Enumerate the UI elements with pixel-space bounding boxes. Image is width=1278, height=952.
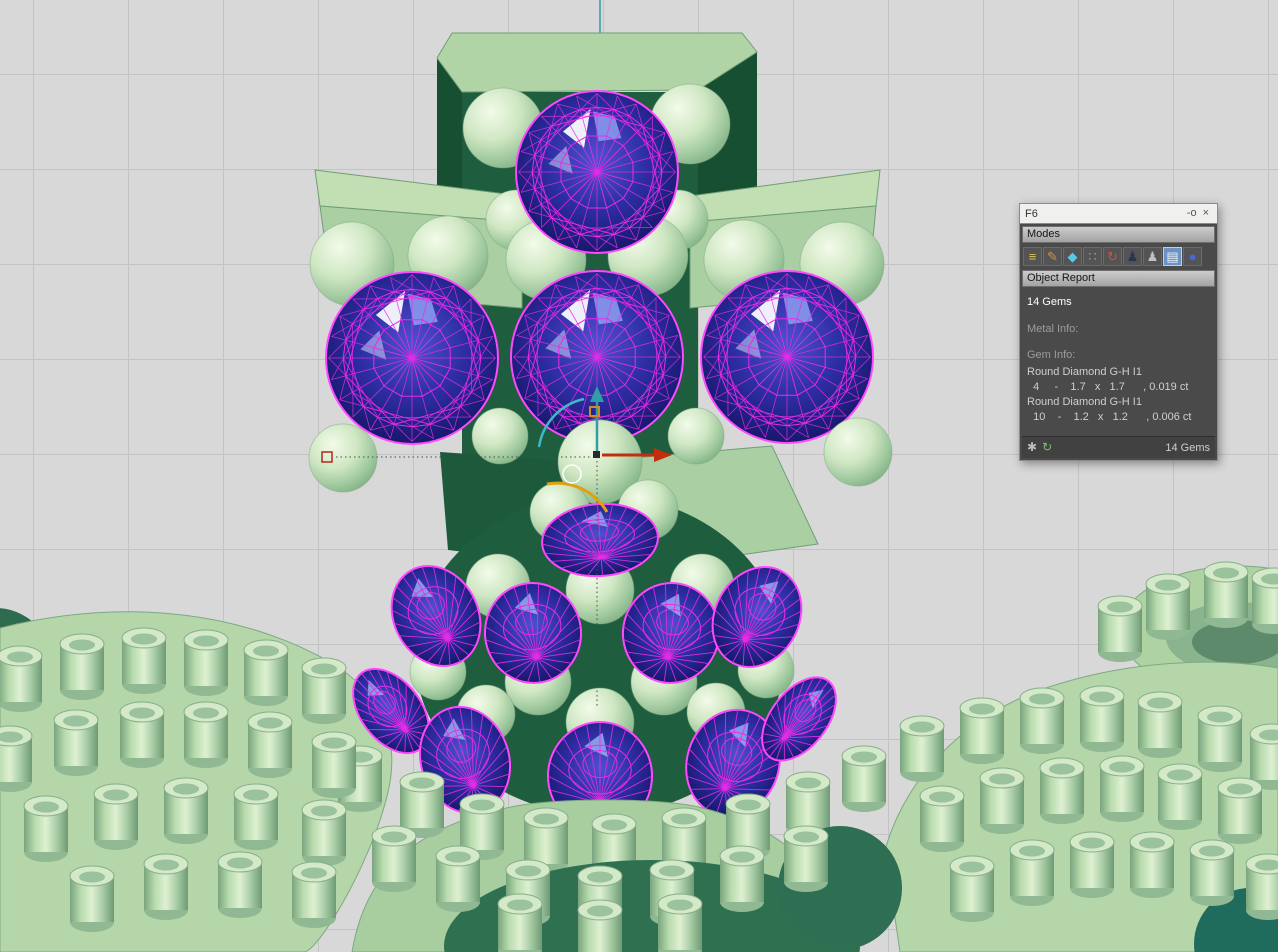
close-icon[interactable]: × [1200, 204, 1212, 223]
metal-peg [233, 783, 279, 850]
metal-peg [1217, 777, 1263, 844]
metal-peg [899, 715, 945, 782]
modes-header[interactable]: Modes [1022, 226, 1215, 243]
metal-bead [667, 407, 725, 465]
metal-peg [1145, 573, 1191, 640]
metal-peg [53, 709, 99, 776]
metal-bead [308, 423, 378, 493]
gem-round-selected[interactable] [325, 271, 499, 445]
gem-row-name: Round Diamond G-H I1 [1027, 396, 1142, 408]
metal-peg [1189, 839, 1235, 906]
settings-gear-icon[interactable]: ✱ [1027, 439, 1037, 456]
metal-peg [1245, 853, 1278, 920]
metal-peg [1069, 831, 1115, 898]
gem-sphere-icon[interactable]: ● [1183, 247, 1202, 266]
viewport-3d[interactable] [0, 0, 1278, 952]
metal-peg [163, 777, 209, 844]
refresh-icon[interactable]: ↻ [1042, 439, 1052, 456]
metal-peg [1137, 691, 1183, 758]
gem-report-panel: F6 -o × Modes ≡ ✎ ◆ ∷ ↻ ♟ ♟ ▤ ● Object Report 14… [1019, 203, 1218, 461]
object-report-header[interactable]: Object Report [1022, 270, 1215, 287]
gem-info-label: Gem Info: [1027, 349, 1076, 361]
metal-peg [183, 701, 229, 768]
metal-bead [471, 407, 529, 465]
metal-peg [0, 725, 33, 792]
metal-peg [577, 899, 623, 952]
metal-peg [243, 639, 289, 706]
metal-bead [823, 417, 893, 487]
metal-peg [783, 825, 829, 892]
metal-peg [1129, 831, 1175, 898]
model-geometry [0, 32, 1278, 952]
metal-peg [435, 845, 481, 912]
metal-peg [301, 657, 347, 724]
gems-total: 14 Gems [1165, 441, 1210, 454]
metal-peg [291, 861, 337, 928]
gem-edit-icon[interactable]: ✎ [1043, 247, 1062, 266]
metal-peg [1039, 757, 1085, 824]
metal-peg [247, 711, 293, 778]
metal-peg [959, 697, 1005, 764]
metal-peg [1079, 685, 1125, 752]
mode-icon-row: ≡ ✎ ◆ ∷ ↻ ♟ ♟ ▤ ● [1022, 245, 1215, 270]
metal-peg [183, 629, 229, 696]
metal-peg [497, 893, 543, 952]
metal-peg [23, 795, 69, 862]
metal-peg [93, 783, 139, 850]
metal-peg [657, 893, 703, 952]
metal-info-label: Metal Info: [1027, 323, 1079, 335]
gem-create-icon[interactable]: ◆ [1063, 247, 1082, 266]
panel-titlebar[interactable]: F6 -o × [1020, 204, 1217, 223]
gem-round-selected[interactable] [700, 270, 874, 444]
gumball-center-handle[interactable] [593, 451, 600, 458]
metal-peg [1197, 705, 1243, 772]
metal-peg [217, 851, 263, 918]
gem-row-detail: 10 - 1.2 x 1.2 , 0.006 ct [1027, 411, 1192, 423]
metal-peg [719, 845, 765, 912]
pin-icon[interactable]: -o [1184, 204, 1200, 223]
gem-list-icon[interactable]: ≡ [1023, 247, 1042, 266]
panel-title: F6 [1025, 207, 1038, 220]
metal-peg [919, 785, 965, 852]
gem-replace-icon[interactable]: ↻ [1103, 247, 1122, 266]
gem-report-icon[interactable]: ▤ [1163, 247, 1182, 266]
metal-peg [1019, 687, 1065, 754]
metal-peg [1009, 839, 1055, 906]
gem-row-name: Round Diamond G-H I1 [1027, 366, 1142, 378]
gem-round-selected[interactable] [515, 90, 679, 254]
metal-peg [59, 633, 105, 700]
object-report-body: 14 Gems Metal Info: Gem Info: Round Diam… [1022, 289, 1215, 436]
profile-icon[interactable]: ♟ [1143, 247, 1162, 266]
metal-peg [121, 627, 167, 694]
metal-peg [1157, 763, 1203, 830]
metal-peg [301, 799, 347, 866]
gem-row-detail: 4 - 1.7 x 1.7 , 0.019 ct [1027, 381, 1189, 393]
gem-scatter-icon[interactable]: ∷ [1083, 247, 1102, 266]
metal-peg [1099, 755, 1145, 822]
metal-peg [1097, 595, 1143, 662]
metal-peg [979, 767, 1025, 834]
metal-peg [949, 855, 995, 922]
gems-count: 14 Gems [1027, 296, 1072, 308]
profile-dark-icon[interactable]: ♟ [1123, 247, 1142, 266]
metal-peg [371, 825, 417, 892]
metal-peg [1251, 567, 1278, 634]
scene-svg [0, 0, 1278, 952]
panel-footer: ✱ ↻ 14 Gems [1022, 436, 1215, 458]
metal-peg [841, 745, 887, 812]
metal-peg [311, 731, 357, 798]
metal-peg [0, 645, 43, 712]
metal-peg [119, 701, 165, 768]
pendant-metal [436, 32, 758, 93]
metal-peg [69, 865, 115, 932]
metal-peg [1203, 561, 1249, 628]
metal-peg [143, 853, 189, 920]
